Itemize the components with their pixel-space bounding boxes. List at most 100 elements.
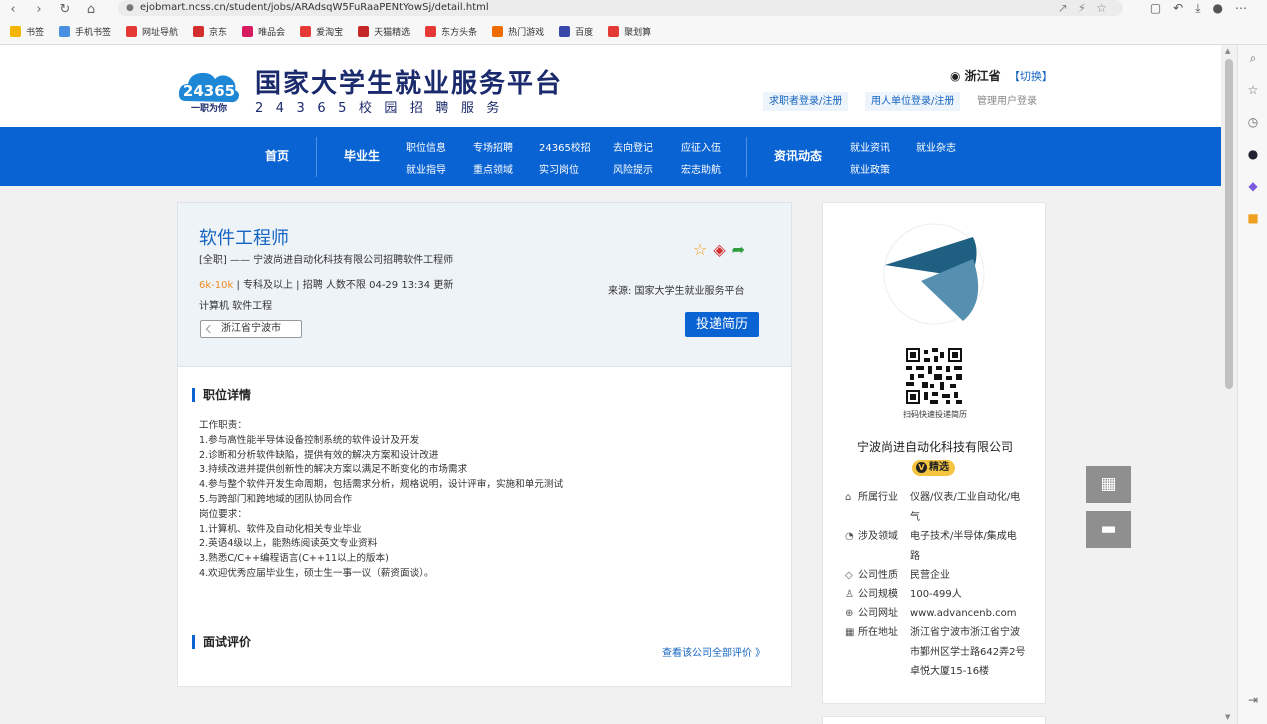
job-meta-details: | 专科及以上 | 招聘 人数不限 04-29 13:34 更新 [233, 280, 454, 291]
job-detail-title: 职位详情 [192, 388, 251, 402]
collapse-panel-icon[interactable]: ⇥ [1245, 692, 1261, 708]
qr-caption: 扫码快速投递简历 [903, 410, 967, 419]
nav-news-item[interactable]: 就业杂志 [916, 139, 956, 154]
bookmark-item[interactable]: 百度 [559, 25, 593, 38]
bookmark-label: 京东 [209, 27, 228, 38]
location-name: 浙江省 [964, 69, 1001, 83]
company-scale-row: ♙ 公司规模 100-499人 [845, 585, 1026, 605]
nav-sub-item[interactable]: 应征入伍 [681, 139, 721, 154]
company-name[interactable]: 宁波尚进自动化科技有限公司 [823, 438, 1047, 455]
job-description: 工作职责： 1.参与高性能半导体设备控制系统的软件设计及开发 2.诊断和分析软件缺陷… [199, 419, 563, 582]
admin-login-link[interactable]: 管理用户登录 [977, 92, 1037, 111]
nav-sub-item[interactable]: 24365校招 [539, 139, 591, 154]
reload-icon[interactable]: ↻ [52, 2, 78, 17]
share-icon[interactable]: ➦ [732, 240, 745, 259]
badge-v-icon: V [916, 462, 927, 473]
nav-sub-item[interactable]: 实习岗位 [539, 161, 579, 176]
nav-home[interactable]: 首页 [265, 127, 289, 186]
globe-icon: ⊕ [845, 608, 854, 619]
website-label: 公司网址 [858, 608, 898, 619]
bookmark-label: 天猫精选 [374, 27, 411, 38]
location-switch-link[interactable]: 【切换】 [1009, 70, 1053, 83]
qr-code-float-button[interactable]: ▦ [1086, 466, 1131, 503]
bookmark-label: 手机书签 [75, 27, 112, 38]
bookmark-item[interactable]: 热门游戏 [492, 25, 544, 38]
site-logo[interactable]: 24365 一职为你 [176, 65, 242, 113]
location-pin-icon: ◉ [950, 69, 961, 83]
description-line: 2.英语4级以上，能熟练阅读英文专业资料 [199, 538, 378, 550]
nature-label: 公司性质 [858, 570, 898, 581]
main-nav: 首页 毕业生 职位信息 专场招聘 24365校招 去向登记 应征入伍就业指导 重点领域 实习… [0, 127, 1221, 186]
job-category: 计算机 软件工程 [199, 301, 273, 312]
browser-side-panel: ⌕ ☆ ◷ ● ◆ ■ ⇥ [1237, 45, 1267, 724]
field-value: 电子技术/半导体/集成电路 [910, 531, 1017, 562]
featured-badge: V 精选 [912, 460, 955, 476]
nav-sub-item[interactable]: 就业指导 [406, 161, 446, 176]
location-selector[interactable]: ◉ 浙江省 【切换】 [950, 67, 1053, 84]
favorites-icon[interactable]: ☆ [1245, 82, 1261, 98]
job-company-line[interactable]: [全职] —— 宁波尚进自动化科技有限公司招聘软件工程师 [199, 251, 453, 266]
bookmark-item[interactable]: 网址导航 [126, 25, 178, 38]
bookmark-label: 网址导航 [142, 27, 179, 38]
bookmarks-bar: 书签 手机书签 网址导航 京东 唯品会 爱淘宝 天猫精选 东方头条 热门游戏 百度 聚划算 [0, 18, 1267, 45]
page-actions-icons[interactable]: ↗⚡☆ [1058, 1, 1117, 15]
window-actions-icons[interactable]: ▢↶⤓●⋯ [1150, 1, 1259, 16]
nav-sub-item[interactable]: 去向登记 [613, 139, 653, 154]
toolbox-icon[interactable]: ■ [1245, 210, 1261, 226]
nav-sub-item[interactable]: 重点领域 [473, 161, 513, 176]
scroll-down-icon[interactable]: ▼ [1225, 713, 1230, 721]
report-shield-icon[interactable]: ◈ [713, 240, 725, 259]
page-scrollbar[interactable]: ▲ ▼ [1221, 45, 1237, 724]
job-summary-card: 软件工程师 [全职] —— 宁波尚进自动化科技有限公司招聘软件工程师 6k-10… [177, 202, 792, 367]
description-line: 1.计算机、软件及自动化相关专业毕业 [199, 523, 362, 535]
logo-slogan: 一职为你 [191, 102, 227, 113]
job-action-icons: ☆ ◈ ➦ [693, 240, 751, 259]
home-icon[interactable]: ⌂ [78, 2, 104, 17]
company-field-row: ◔ 涉及领域 电子技术/半导体/集成电路 [845, 527, 1026, 566]
job-meta: 6k-10k | 专科及以上 | 招聘 人数不限 04-29 13:34 更新 [199, 276, 453, 291]
lock-icon: ● [126, 3, 134, 13]
address-label: 所在地址 [858, 627, 898, 638]
nav-sub-item[interactable]: 宏志助航 [681, 161, 721, 176]
description-line: 岗位要求： [199, 508, 247, 520]
address-bar[interactable]: ● ejobmart.ncss.cn/student/jobs/ARAdsqW5… [118, 0, 1123, 16]
industry-icon: ⌂ [845, 492, 852, 503]
feedback-float-button[interactable]: ▬ [1086, 511, 1131, 548]
game-icon[interactable]: ◆ [1245, 178, 1261, 194]
nav-sub-item[interactable]: 风险提示 [613, 161, 653, 176]
nav-sub-item[interactable]: 专场招聘 [473, 139, 513, 154]
description-line: 5.与跨部门和跨地域的团队协同合作 [199, 493, 353, 505]
nav-sub-item[interactable]: 职位信息 [406, 139, 446, 154]
scroll-thumb[interactable] [1225, 59, 1233, 389]
page-content: 24365 一职为你 国家大学生就业服务平台 24365校园招聘服务 ◉ 浙江省… [0, 45, 1221, 724]
bookmark-item[interactable]: 聚划算 [608, 25, 651, 38]
company-address-row: ▦ 所在地址 浙江省宁波市浙江省宁波市鄞州区学士路642弄2号卓悦大厦15-16楼 [845, 623, 1026, 682]
nav-news[interactable]: 资讯动态 [774, 127, 822, 186]
nav-news-item[interactable]: 就业资讯 [850, 139, 890, 154]
scroll-up-icon[interactable]: ▲ [1225, 47, 1230, 55]
apply-resume-button[interactable]: 投递简历 [685, 312, 759, 337]
job-detail-panel: 职位详情 工作职责： 1.参与高性能半导体设备控制系统的软件设计及开发 2.诊断和分… [177, 367, 792, 687]
favorite-star-icon[interactable]: ☆ [693, 240, 707, 259]
assistant-icon[interactable]: ● [1245, 146, 1261, 162]
search-icon[interactable]: ⌕ [1245, 50, 1261, 66]
nav-news-item[interactable]: 就业政策 [850, 161, 890, 176]
website-value[interactable]: www.advancenb.com [910, 604, 1026, 624]
employer-login-button[interactable]: 用人单位登录/注册 [865, 92, 961, 111]
bookmark-item[interactable]: 天猫精选 [358, 25, 410, 38]
nav-graduate[interactable]: 毕业生 [344, 127, 380, 186]
bookmark-item[interactable]: 京东 [193, 25, 227, 38]
bookmark-item[interactable]: 爱淘宝 [300, 25, 343, 38]
view-all-reviews-link[interactable]: 查看该公司全部评价 》 [662, 644, 765, 659]
bookmark-icon [358, 25, 370, 37]
back-icon[interactable]: ‹ [0, 2, 26, 17]
seeker-login-button[interactable]: 求职者登录/注册 [763, 92, 849, 111]
job-salary: 6k-10k [199, 280, 234, 291]
forward-icon[interactable]: › [26, 2, 52, 17]
bookmark-item[interactable]: 书签 [10, 25, 44, 38]
bookmark-item[interactable]: 手机书签 [59, 25, 111, 38]
bookmark-item[interactable]: 东方头条 [425, 25, 477, 38]
bookmark-item[interactable]: 唯品会 [242, 25, 285, 38]
history-icon[interactable]: ◷ [1245, 114, 1261, 130]
people-icon: ♙ [845, 589, 854, 600]
